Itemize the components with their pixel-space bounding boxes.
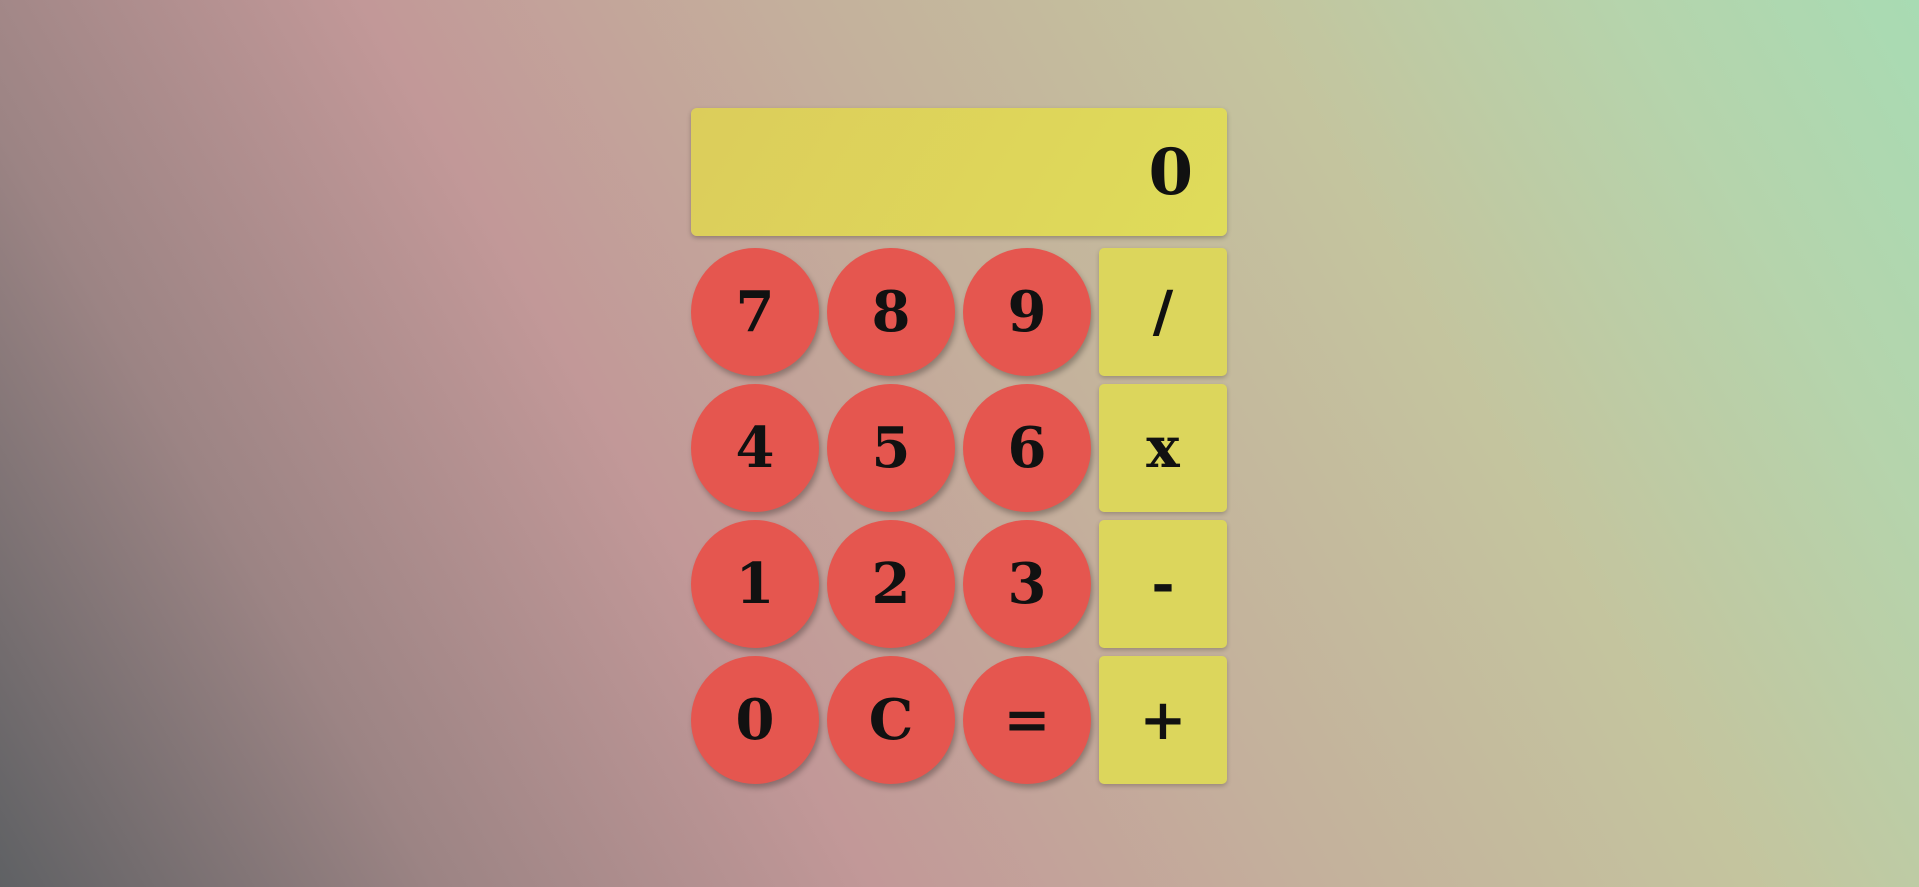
key-8[interactable]: 8: [827, 248, 955, 376]
key-clear[interactable]: C: [827, 656, 955, 784]
key-6[interactable]: 6: [963, 384, 1091, 512]
key-7[interactable]: 7: [691, 248, 819, 376]
key-9[interactable]: 9: [963, 248, 1091, 376]
key-add[interactable]: +: [1099, 656, 1227, 784]
key-divide[interactable]: /: [1099, 248, 1227, 376]
key-4[interactable]: 4: [691, 384, 819, 512]
key-multiply[interactable]: x: [1099, 384, 1227, 512]
key-1[interactable]: 1: [691, 520, 819, 648]
key-2[interactable]: 2: [827, 520, 955, 648]
calculator-display: 0: [691, 108, 1227, 236]
keypad: 7 8 9 / 4 5 6 x 1 2 3 - 0 C = +: [691, 248, 1227, 784]
display-value: 0: [1148, 134, 1193, 210]
key-subtract[interactable]: -: [1099, 520, 1227, 648]
key-equals[interactable]: =: [963, 656, 1091, 784]
key-3[interactable]: 3: [963, 520, 1091, 648]
calculator: 0 7 8 9 / 4 5 6 x 1 2 3 - 0 C = +: [691, 108, 1227, 784]
key-0[interactable]: 0: [691, 656, 819, 784]
key-5[interactable]: 5: [827, 384, 955, 512]
